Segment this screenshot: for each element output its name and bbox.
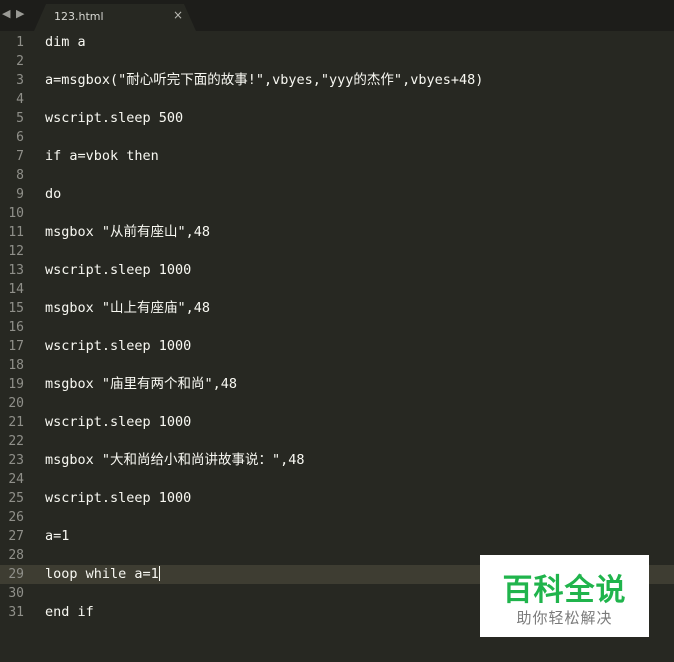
watermark-logo: 百科全说 助你轻松解决: [480, 555, 649, 637]
line-number: 6: [16, 130, 24, 145]
line-number: 9: [16, 187, 24, 202]
text-cursor: [158, 566, 160, 581]
line-number: 11: [8, 225, 24, 240]
code-text[interactable]: wscript.sleep 1000: [45, 337, 191, 356]
code-line[interactable]: 20: [0, 394, 674, 413]
tab-scroll-right-icon[interactable]: ▶: [16, 7, 24, 20]
code-text[interactable]: if a=vbok then: [45, 147, 159, 166]
code-line[interactable]: 1 dim a: [0, 33, 674, 52]
code-line[interactable]: 17 wscript.sleep 1000: [0, 337, 674, 356]
code-line[interactable]: 5 wscript.sleep 500: [0, 109, 674, 128]
line-number: 20: [8, 396, 24, 411]
code-text[interactable]: wscript.sleep 1000: [45, 489, 191, 508]
code-text[interactable]: wscript.sleep 500: [45, 109, 183, 128]
close-tab-icon[interactable]: ×: [173, 8, 183, 22]
line-number: 29: [8, 567, 24, 582]
line-number: 14: [8, 282, 24, 297]
line-number: 17: [8, 339, 24, 354]
line-number: 10: [8, 206, 24, 221]
line-number: 16: [8, 320, 24, 335]
code-line[interactable]: 23 msgbox "大和尚给小和尚讲故事说：",48: [0, 451, 674, 470]
code-text[interactable]: msgbox "庙里有两个和尚",48: [45, 375, 237, 394]
code-text[interactable]: dim a: [45, 33, 86, 52]
code-line[interactable]: 9 do: [0, 185, 674, 204]
line-number: 30: [8, 586, 24, 601]
line-number: 27: [8, 529, 24, 544]
code-line[interactable]: 6: [0, 128, 674, 147]
line-number: 28: [8, 548, 24, 563]
line-number: 2: [16, 54, 24, 69]
tab-title[interactable]: 123.html: [54, 10, 104, 23]
code-line[interactable]: 18: [0, 356, 674, 375]
code-line[interactable]: 22: [0, 432, 674, 451]
code-line[interactable]: 15 msgbox "山上有座庙",48: [0, 299, 674, 318]
line-number: 7: [16, 149, 24, 164]
code-line[interactable]: 8: [0, 166, 674, 185]
code-line[interactable]: 13 wscript.sleep 1000: [0, 261, 674, 280]
code-text[interactable]: do: [45, 185, 61, 204]
line-number: 22: [8, 434, 24, 449]
tab-bar: ◀ ▶ 123.html ×: [0, 0, 674, 31]
code-text[interactable]: msgbox "山上有座庙",48: [45, 299, 210, 318]
code-text[interactable]: msgbox "从前有座山",48: [45, 223, 210, 242]
code-text[interactable]: a=1: [45, 527, 69, 546]
watermark-subtitle: 助你轻松解决: [516, 609, 613, 627]
line-number: 19: [8, 377, 24, 392]
code-text[interactable]: wscript.sleep 1000: [45, 413, 191, 432]
line-number: 8: [16, 168, 24, 183]
code-text[interactable]: end if: [45, 603, 94, 622]
code-line[interactable]: 25 wscript.sleep 1000: [0, 489, 674, 508]
line-number: 3: [16, 73, 24, 88]
line-number: 23: [8, 453, 24, 468]
line-number: 1: [16, 35, 24, 50]
line-number: 21: [8, 415, 24, 430]
line-number: 15: [8, 301, 24, 316]
watermark-title: 百科全说: [502, 573, 627, 608]
line-number: 4: [16, 92, 24, 107]
code-text[interactable]: loop while a=1: [45, 565, 160, 584]
code-line[interactable]: 10: [0, 204, 674, 223]
code-line[interactable]: 3 a=msgbox("耐心听完下面的故事!",vbyes,"yyy的杰作",vb…: [0, 71, 674, 90]
code-line[interactable]: 12: [0, 242, 674, 261]
code-line[interactable]: 7 if a=vbok then: [0, 147, 674, 166]
code-line[interactable]: 27 a=1: [0, 527, 674, 546]
code-line[interactable]: 14: [0, 280, 674, 299]
code-line[interactable]: 21 wscript.sleep 1000: [0, 413, 674, 432]
code-line[interactable]: 11 msgbox "从前有座山",48: [0, 223, 674, 242]
line-number: 24: [8, 472, 24, 487]
tab-scroll-left-icon[interactable]: ◀: [2, 7, 10, 20]
line-number: 13: [8, 263, 24, 278]
code-text[interactable]: wscript.sleep 1000: [45, 261, 191, 280]
line-number: 31: [8, 605, 24, 620]
code-text[interactable]: msgbox "大和尚给小和尚讲故事说：",48: [45, 451, 305, 470]
line-number: 18: [8, 358, 24, 373]
line-number: 25: [8, 491, 24, 506]
code-line[interactable]: 2: [0, 52, 674, 71]
code-line[interactable]: 19 msgbox "庙里有两个和尚",48: [0, 375, 674, 394]
code-line[interactable]: 26: [0, 508, 674, 527]
code-line[interactable]: 4: [0, 90, 674, 109]
code-line[interactable]: 16: [0, 318, 674, 337]
line-number: 5: [16, 111, 24, 126]
line-number: 12: [8, 244, 24, 259]
line-number: 26: [8, 510, 24, 525]
code-line[interactable]: 24: [0, 470, 674, 489]
code-text[interactable]: a=msgbox("耐心听完下面的故事!",vbyes,"yyy的杰作",vby…: [45, 71, 483, 90]
